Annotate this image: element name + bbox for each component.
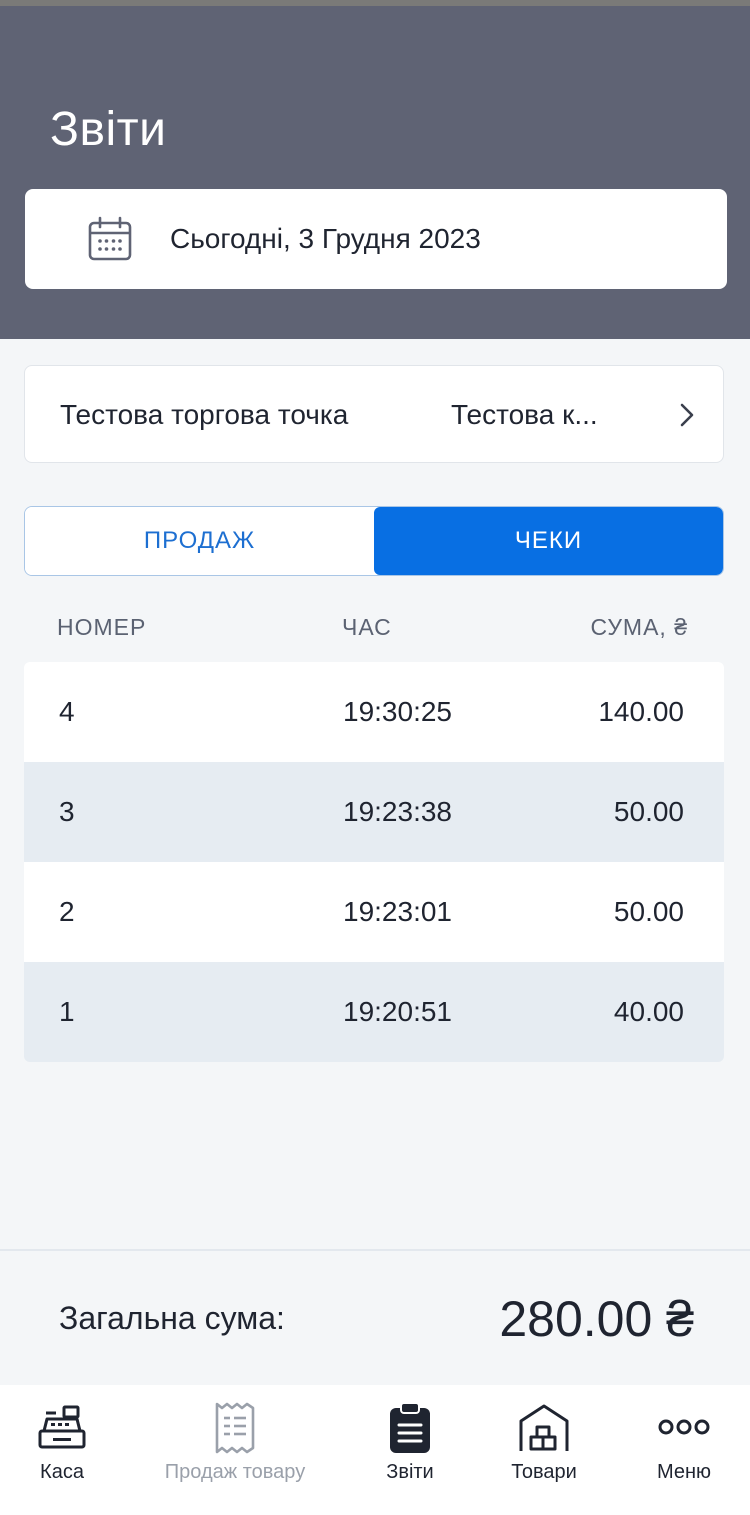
receipts-table: 4 19:30:25 140.00 3 19:23:38 50.00 2 19:… — [24, 662, 724, 1062]
nav-item-product-sale[interactable]: Продаж товару — [150, 1385, 320, 1515]
table-row[interactable]: 3 19:23:38 50.00 — [24, 762, 724, 862]
bottom-navigation: Каса Продаж товару Звіти Товари Меню — [0, 1385, 750, 1515]
column-header-time: ЧАС — [342, 614, 392, 640]
nav-label-menu: Меню — [656, 1461, 712, 1483]
tab-receipts[interactable]: ЧЕКИ — [374, 507, 723, 575]
more-dots-icon — [658, 1419, 710, 1435]
receipt-number: 2 — [59, 896, 75, 927]
receipt-number: 3 — [59, 796, 75, 827]
page-title: Звіти — [50, 103, 167, 156]
tab-sales[interactable]: ПРОДАЖ — [25, 507, 374, 575]
receipt-sum: 50.00 — [613, 796, 684, 827]
total-label: Загальна сума: — [59, 1300, 285, 1336]
column-header-sum: СУМА, ₴ — [590, 614, 688, 640]
receipt-time: 19:23:38 — [343, 796, 452, 827]
store-name: Тестова торгова точка — [60, 399, 349, 430]
cash-register-icon — [38, 1405, 86, 1449]
nav-label-products: Товари — [511, 1461, 577, 1483]
receipt-time: 19:20:51 — [343, 996, 452, 1027]
receipt-time: 19:23:01 — [343, 896, 452, 927]
date-picker[interactable]: Сьогодні, 3 Грудня 2023 — [25, 189, 727, 289]
date-label: Сьогодні, 3 Грудня 2023 — [170, 223, 481, 254]
column-header-number: НОМЕР — [57, 614, 147, 640]
nav-item-reports[interactable]: Звіти — [360, 1385, 460, 1515]
receipt-sum: 50.00 — [613, 896, 684, 927]
receipt-number: 4 — [59, 696, 75, 727]
chevron-right-icon — [680, 403, 694, 427]
nav-label-cash: Каса — [40, 1461, 84, 1483]
receipt-sum: 140.00 — [598, 696, 684, 727]
table-row[interactable]: 1 19:20:51 40.00 — [24, 962, 724, 1062]
nav-item-cash[interactable]: Каса — [10, 1385, 114, 1515]
clipboard-icon — [390, 1402, 430, 1453]
nav-label-reports: Звіти — [386, 1461, 434, 1483]
warehouse-icon — [519, 1404, 569, 1451]
total-value: 280.00 ₴ — [499, 1291, 694, 1347]
report-tabs: ПРОДАЖ ЧЕКИ — [24, 506, 724, 576]
nav-item-menu[interactable]: Меню — [634, 1385, 734, 1515]
receipt-time: 19:30:25 — [343, 696, 452, 727]
table-row[interactable]: 2 19:23:01 50.00 — [24, 862, 724, 962]
calendar-icon — [88, 216, 132, 261]
store-selector[interactable]: Тестова торгова точка Тестова к... — [24, 365, 724, 463]
table-row[interactable]: 4 19:30:25 140.00 — [24, 662, 724, 762]
nav-label-product-sale: Продаж товару — [164, 1461, 306, 1483]
register-name: Тестова к... — [451, 399, 598, 430]
divider — [0, 1249, 750, 1251]
nav-item-products[interactable]: Товари — [494, 1385, 594, 1515]
receipt-number: 1 — [59, 996, 75, 1027]
receipt-sum: 40.00 — [613, 996, 684, 1027]
receipt-icon — [215, 1402, 255, 1454]
